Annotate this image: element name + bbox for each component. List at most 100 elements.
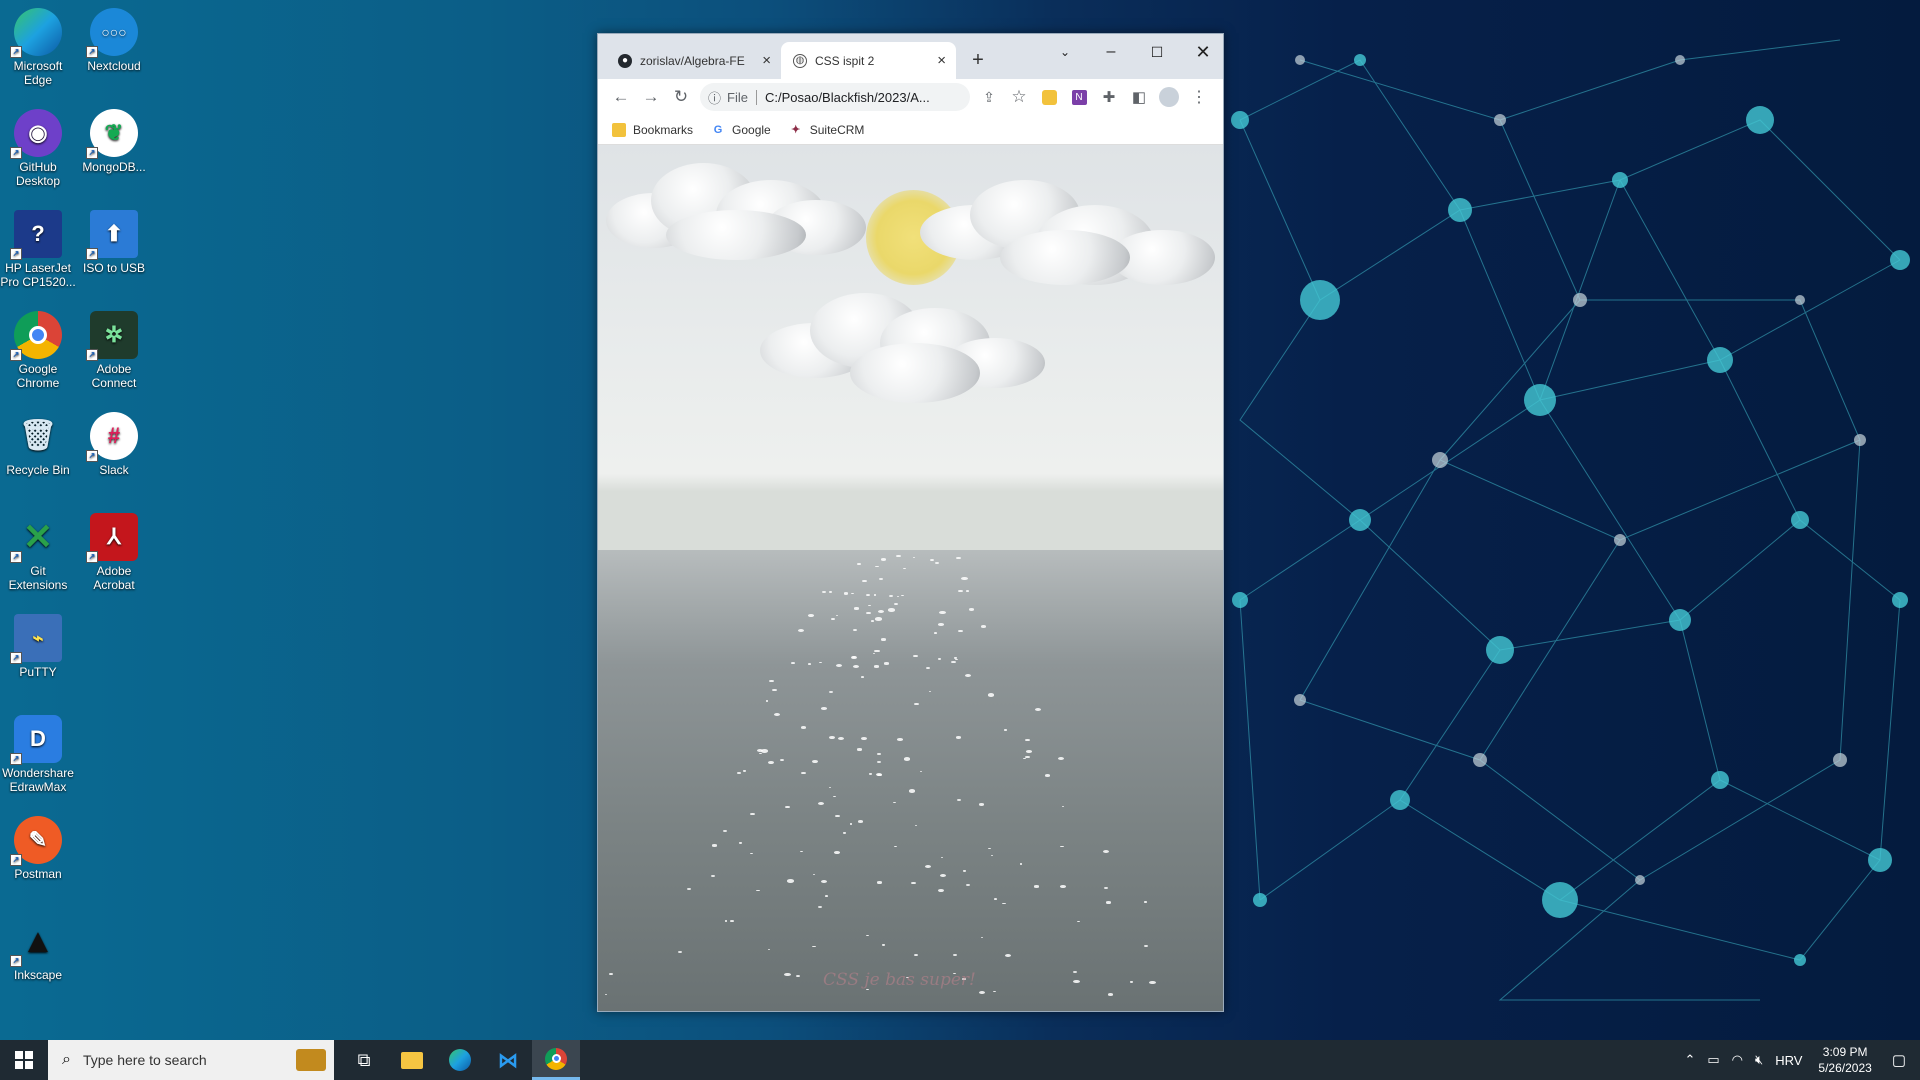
minimize-button[interactable]: – — [1089, 40, 1133, 64]
desktop-icon-github[interactable]: ◉ ↗ GitHub Desktop — [0, 105, 76, 201]
sparkle — [938, 888, 945, 892]
notifications-icon[interactable]: ▢ — [1892, 1051, 1906, 1069]
sparkle — [877, 753, 881, 755]
chevron-up-icon[interactable]: ⌃ — [1684, 1052, 1695, 1068]
tab-search-icon[interactable]: ⌄ — [1043, 40, 1087, 64]
sparkle — [978, 803, 985, 806]
sparkle — [969, 607, 975, 611]
sparkle — [912, 556, 916, 558]
forward-icon[interactable]: → — [636, 82, 666, 112]
wifi-icon[interactable]: ◠ — [1732, 1052, 1743, 1068]
cloud-left — [606, 155, 871, 265]
sparkle — [1024, 738, 1030, 741]
sparkle — [852, 655, 857, 658]
sparkle — [880, 558, 886, 561]
tab-title: zorislav/Algebra-FE — [640, 53, 745, 68]
sparkle — [908, 789, 916, 793]
desktop-icon-nextcloud[interactable]: ○○○ ↗ Nextcloud — [76, 4, 152, 100]
sparkle — [800, 726, 806, 729]
taskbar-search-input[interactable]: ⌕ Type here to search — [48, 1040, 334, 1080]
vscode-icon[interactable]: ⋈ — [484, 1040, 532, 1080]
desktop-icon-adobe-acrobat[interactable]: ⅄ ↗ Adobe Acrobat — [76, 509, 152, 605]
start-button[interactable] — [0, 1040, 48, 1080]
close-tab-icon[interactable]: × — [762, 52, 771, 69]
desktop-icon-hp-laserjet[interactable]: ? ↗ HP LaserJet Pro CP1520... — [0, 206, 76, 302]
sparkle — [862, 579, 867, 583]
desktop-icon-label: Recycle Bin — [6, 463, 70, 477]
bookmark-bookmarks[interactable]: Bookmarks — [612, 122, 693, 137]
sparkle — [978, 990, 986, 994]
sparkle — [1105, 901, 1111, 904]
tab-github[interactable]: ● zorislav/Algebra-FE × — [606, 42, 781, 79]
maximize-button[interactable]: ☐ — [1135, 40, 1179, 64]
sparkle — [786, 879, 794, 883]
sparkle — [807, 613, 814, 617]
new-tab-button[interactable]: + — [960, 42, 996, 79]
sparkle — [897, 737, 903, 741]
desktop-icon-git-extensions[interactable]: ✕ ↗ Git Extensions — [0, 509, 76, 605]
sparkle — [818, 661, 822, 664]
bookmark-google[interactable]: G Google — [711, 123, 771, 137]
battery-icon[interactable]: ▭ — [1707, 1052, 1719, 1068]
sparkle — [988, 847, 991, 849]
desktop-icon-label: Slack — [99, 463, 129, 477]
bookmark-suitecrm[interactable]: ✦ SuiteCRM — [789, 123, 864, 137]
sparkle — [933, 632, 938, 634]
sparkle — [1060, 845, 1064, 848]
task-view-icon[interactable]: ⧉ — [340, 1040, 388, 1080]
bookmark-star-icon[interactable]: ☆ — [1004, 82, 1034, 112]
desktop-icon-recycle-bin[interactable]: 🗑 Recycle Bin — [0, 408, 76, 504]
onenote-icon[interactable]: N — [1064, 82, 1094, 112]
share-icon[interactable]: ⇪ — [974, 82, 1004, 112]
desktop-icon-iso-to-usb[interactable]: ⬆ ↗ ISO to USB — [76, 206, 152, 302]
desktop-icon-putty[interactable]: ⌁ ↗ PuTTY — [0, 610, 76, 706]
extensions-puzzle-icon[interactable]: ✚ — [1094, 82, 1124, 112]
language-indicator[interactable]: HRV — [1775, 1053, 1802, 1068]
search-highlight-icon[interactable] — [296, 1049, 326, 1071]
address-bar[interactable]: ⓘ File C:/Posao/Blackfish/2023/A... — [700, 83, 970, 111]
sparkle — [829, 735, 836, 739]
sparkle — [868, 773, 873, 775]
extension-yellow-icon[interactable] — [1034, 82, 1064, 112]
cloud-right — [920, 180, 1220, 295]
bookmark-label: Google — [732, 122, 771, 137]
desktop-icon-inkscape[interactable]: ▲ ↗ Inkscape — [0, 913, 76, 1009]
info-icon[interactable]: ⓘ — [708, 88, 721, 107]
sparkle — [857, 562, 861, 565]
google-icon: G — [713, 123, 723, 136]
sparkle — [843, 592, 849, 595]
menu-kebab-icon[interactable]: ⋮ — [1184, 82, 1214, 112]
back-icon[interactable]: ← — [606, 82, 636, 112]
shortcut-arrow-icon: ↗ — [86, 248, 98, 260]
desktop-icon-mongodb[interactable]: ❦ ↗ MongoDB... — [76, 105, 152, 201]
profile-avatar-icon[interactable] — [1154, 82, 1184, 112]
search-icon: ⌕ — [62, 1051, 71, 1068]
desktop-icon-adobe-connect[interactable]: ✲ ↗ Adobe Connect — [76, 307, 152, 403]
desktop-icon-chrome[interactable]: ↗ Google Chrome — [0, 307, 76, 403]
desktop-icon-edge[interactable]: ↗ Microsoft Edge — [0, 4, 76, 100]
acrobat-icon: ⅄ ↗ — [86, 513, 138, 563]
edrawmax-icon: D ↗ — [10, 715, 62, 765]
sparkle — [821, 706, 827, 710]
desktop-icon-postman[interactable]: ✎ ↗ Postman — [0, 812, 76, 908]
desktop-icon-slack[interactable]: # ↗ Slack — [76, 408, 152, 504]
sparkle — [737, 772, 741, 775]
close-tab-icon[interactable]: × — [937, 52, 946, 69]
clock[interactable]: 3:09 PM 5/26/2023 — [1818, 1044, 1871, 1076]
reload-icon[interactable]: ↻ — [666, 82, 696, 112]
sparkle — [860, 737, 867, 741]
sparkle — [831, 618, 835, 621]
volume-muted-icon[interactable]: 🔇︎ — [1755, 1052, 1763, 1068]
edge-taskbar-icon[interactable] — [436, 1040, 484, 1080]
sparkle — [769, 679, 774, 682]
side-panel-icon[interactable]: ◧ — [1124, 82, 1154, 112]
sparkle — [980, 625, 986, 628]
file-explorer-icon[interactable] — [388, 1040, 436, 1080]
desktop-icon-label: Microsoft Edge — [13, 59, 63, 87]
sparkle — [994, 898, 998, 900]
desktop-icon-edrawmax[interactable]: D ↗ Wondershare EdrawMax — [0, 711, 76, 807]
tab-css-ispit[interactable]: ◍ CSS ispit 2 × — [781, 42, 956, 79]
close-window-button[interactable]: ✕ — [1181, 40, 1225, 64]
chrome-taskbar-icon[interactable] — [532, 1040, 580, 1080]
sparkle — [987, 693, 995, 697]
